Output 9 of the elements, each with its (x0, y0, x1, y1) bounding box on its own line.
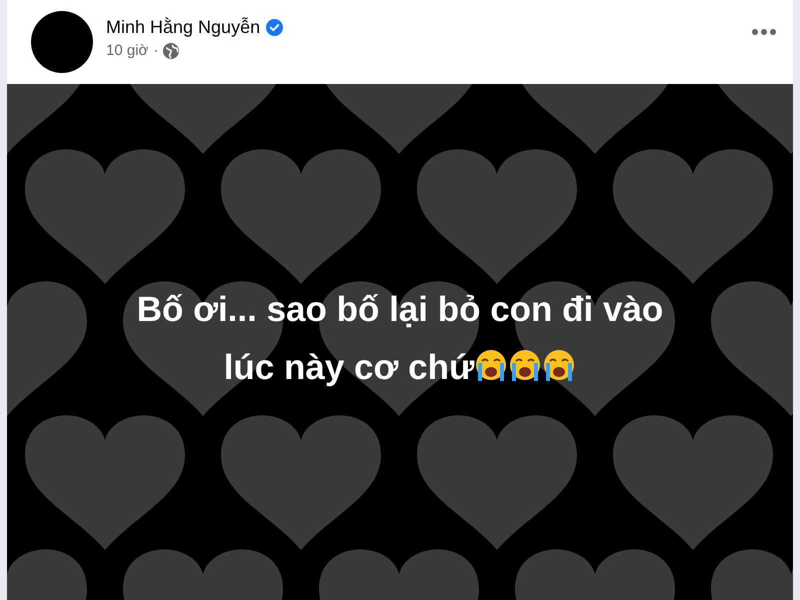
post-time[interactable]: 10 giờ (106, 42, 148, 59)
post-text-line: Bố ơi... sao bố lại bỏ con đi vào (136, 290, 664, 329)
crying-face-icon (474, 349, 508, 383)
author-name[interactable]: Minh Hằng Nguyễn (106, 17, 260, 38)
crying-face-icon (542, 349, 576, 383)
globe-icon[interactable] (163, 42, 180, 58)
post-text-line: lúc này cơ chứ (224, 348, 474, 387)
separator: · (153, 42, 158, 59)
crying-face-icon (508, 349, 542, 383)
